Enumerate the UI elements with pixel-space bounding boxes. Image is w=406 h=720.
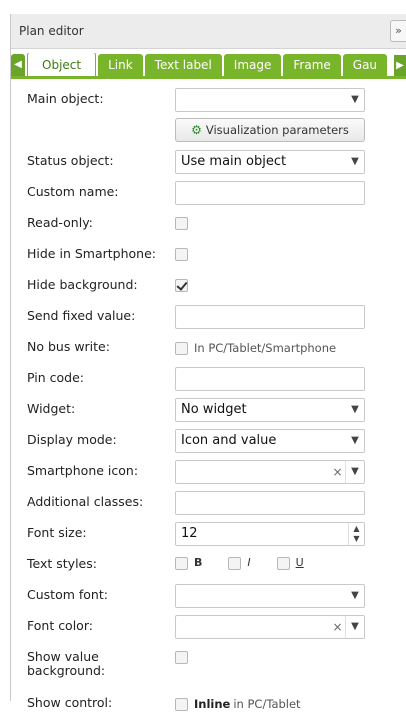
font-size-value: 12 — [181, 526, 198, 541]
widget-select[interactable]: No widget ▼ — [175, 398, 365, 422]
chevron-down-icon[interactable]: ▼ — [346, 151, 364, 173]
chevron-down-icon[interactable]: ▼ — [346, 89, 364, 111]
underline-checkbox[interactable] — [276, 557, 290, 570]
collapse-icon[interactable]: » — [390, 20, 406, 42]
visualization-button-label: Visualization parameters — [205, 123, 349, 137]
additional-classes-label: Additional classes: — [27, 494, 144, 509]
clear-icon[interactable]: × — [330, 461, 346, 483]
row-send-fixed-value: Send fixed value: — [11, 302, 406, 333]
show-control-inline: Inline — [194, 696, 231, 711]
row-font-size: Font size: 12 ▲ ▼ — [11, 519, 406, 550]
spinner-control[interactable]: ▲ ▼ — [348, 523, 364, 545]
no-bus-write-checkbox[interactable] — [175, 342, 188, 355]
font-color-select[interactable]: × ▼ — [175, 615, 365, 639]
smartphone-icon-label: Smartphone icon: — [27, 463, 139, 478]
font-size-label: Font size: — [27, 525, 87, 540]
send-fixed-value-label: Send fixed value: — [27, 308, 136, 323]
row-hide-smartphone: Hide in Smartphone: — [11, 240, 406, 271]
font-color-label: Font color: — [27, 618, 93, 633]
row-text-styles: Text styles: B I U — [11, 550, 406, 581]
status-object-select[interactable]: Use main object ▼ — [175, 150, 365, 174]
tab-image[interactable]: Image — [223, 54, 282, 76]
hide-background-checkbox[interactable] — [175, 279, 188, 292]
tab-scroll-left-icon[interactable]: ◀ — [11, 54, 25, 76]
row-hide-background: Hide background: — [11, 271, 406, 302]
show-control-label: Show control: — [27, 695, 113, 710]
hide-smartphone-checkbox[interactable] — [175, 248, 188, 261]
tab-gauge[interactable]: Gau — [342, 54, 388, 76]
pin-code-input[interactable] — [175, 367, 365, 391]
custom-font-label: Custom font: — [27, 587, 108, 602]
row-pin-code: Pin code: — [11, 364, 406, 395]
tab-text-label[interactable]: Text label — [144, 54, 222, 76]
show-control-note: in PC/Tablet — [233, 696, 301, 711]
no-bus-write-note: In PC/Tablet/Smartphone — [194, 340, 337, 355]
row-show-value-background: Show value background: — [11, 643, 406, 689]
row-status-object: Status object: Use main object ▼ — [11, 147, 406, 178]
chevron-down-icon[interactable]: ▼ — [346, 461, 364, 483]
send-fixed-value-input[interactable] — [175, 305, 365, 329]
custom-name-input[interactable] — [175, 181, 365, 205]
display-mode-select[interactable]: Icon and value ▼ — [175, 429, 365, 453]
panel-title: Plan editor — [19, 24, 84, 38]
panel-titlebar: Plan editor » — [11, 14, 406, 49]
form-rows: Main object: ▼ ⚙ Visualization parameters… — [11, 79, 406, 720]
widget-label: Widget: — [27, 401, 76, 416]
tab-scroll-right-icon[interactable]: ▶ — [394, 55, 406, 76]
spin-up-icon[interactable]: ▲ — [353, 524, 359, 533]
tab-link[interactable]: Link — [98, 54, 143, 76]
status-object-value: Use main object — [181, 154, 287, 169]
chevron-down-icon[interactable]: ▼ — [346, 585, 364, 607]
plan-editor-panel: Plan editor » ◀ Object Link Text label I… — [10, 14, 406, 711]
display-mode-value: Icon and value — [181, 433, 277, 448]
row-additional-classes: Additional classes: — [11, 488, 406, 519]
spin-down-icon[interactable]: ▼ — [353, 534, 359, 543]
show-value-background-checkbox[interactable] — [175, 651, 188, 664]
visualization-parameters-button[interactable]: ⚙ Visualization parameters — [175, 118, 365, 142]
row-visualization: ⚙ Visualization parameters — [11, 116, 406, 147]
chevron-down-icon[interactable]: ▼ — [346, 399, 364, 421]
read-only-checkbox[interactable] — [175, 217, 188, 230]
row-no-bus-write: No bus write: In PC/Tablet/Smartphone — [11, 333, 406, 364]
row-show-control: Show control: Inline in PC/Tablet — [11, 689, 406, 720]
additional-classes-input[interactable] — [175, 491, 365, 515]
underline-label: U — [295, 556, 304, 569]
row-custom-font: Custom font: ▼ — [11, 581, 406, 612]
smartphone-icon-select[interactable]: × ▼ — [175, 460, 365, 484]
italic-label: I — [247, 556, 251, 569]
tab-object[interactable]: Object — [27, 53, 97, 76]
read-only-label: Read-only: — [27, 215, 93, 230]
italic-checkbox[interactable] — [228, 557, 242, 570]
row-custom-name: Custom name: — [11, 178, 406, 209]
row-display-mode: Display mode: Icon and value ▼ — [11, 426, 406, 457]
sliders-icon: ⚙ — [191, 123, 202, 137]
main-object-label: Main object: — [27, 91, 104, 106]
widget-value: No widget — [181, 402, 247, 417]
row-widget: Widget: No widget ▼ — [11, 395, 406, 426]
row-main-object: Main object: ▼ — [11, 85, 406, 116]
row-font-color: Font color: × ▼ — [11, 612, 406, 643]
bold-label: B — [194, 556, 203, 569]
display-mode-label: Display mode: — [27, 432, 117, 447]
tab-frame[interactable]: Frame — [283, 54, 341, 76]
bold-checkbox[interactable] — [175, 557, 188, 570]
hide-smartphone-label: Hide in Smartphone: — [27, 246, 156, 261]
text-styles-label: Text styles: — [27, 556, 97, 571]
row-read-only: Read-only: — [11, 209, 406, 240]
show-control-checkbox[interactable] — [175, 698, 188, 711]
show-value-background-label: Show value background: — [27, 649, 106, 678]
pin-code-label: Pin code: — [27, 370, 84, 385]
custom-name-label: Custom name: — [27, 184, 119, 199]
font-size-input[interactable]: 12 ▲ ▼ — [175, 522, 365, 546]
custom-font-select[interactable]: ▼ — [175, 584, 365, 608]
tab-bar: ◀ Object Link Text label Image Frame Gau… — [11, 53, 406, 79]
no-bus-write-label: No bus write: — [27, 339, 110, 354]
chevron-down-icon[interactable]: ▼ — [346, 430, 364, 452]
main-object-select[interactable]: ▼ — [175, 88, 365, 112]
status-object-label: Status object: — [27, 153, 114, 168]
clear-icon[interactable]: × — [330, 616, 346, 638]
hide-background-label: Hide background: — [27, 277, 138, 292]
row-smartphone-icon: Smartphone icon: × ▼ — [11, 457, 406, 488]
chevron-down-icon[interactable]: ▼ — [346, 616, 364, 638]
